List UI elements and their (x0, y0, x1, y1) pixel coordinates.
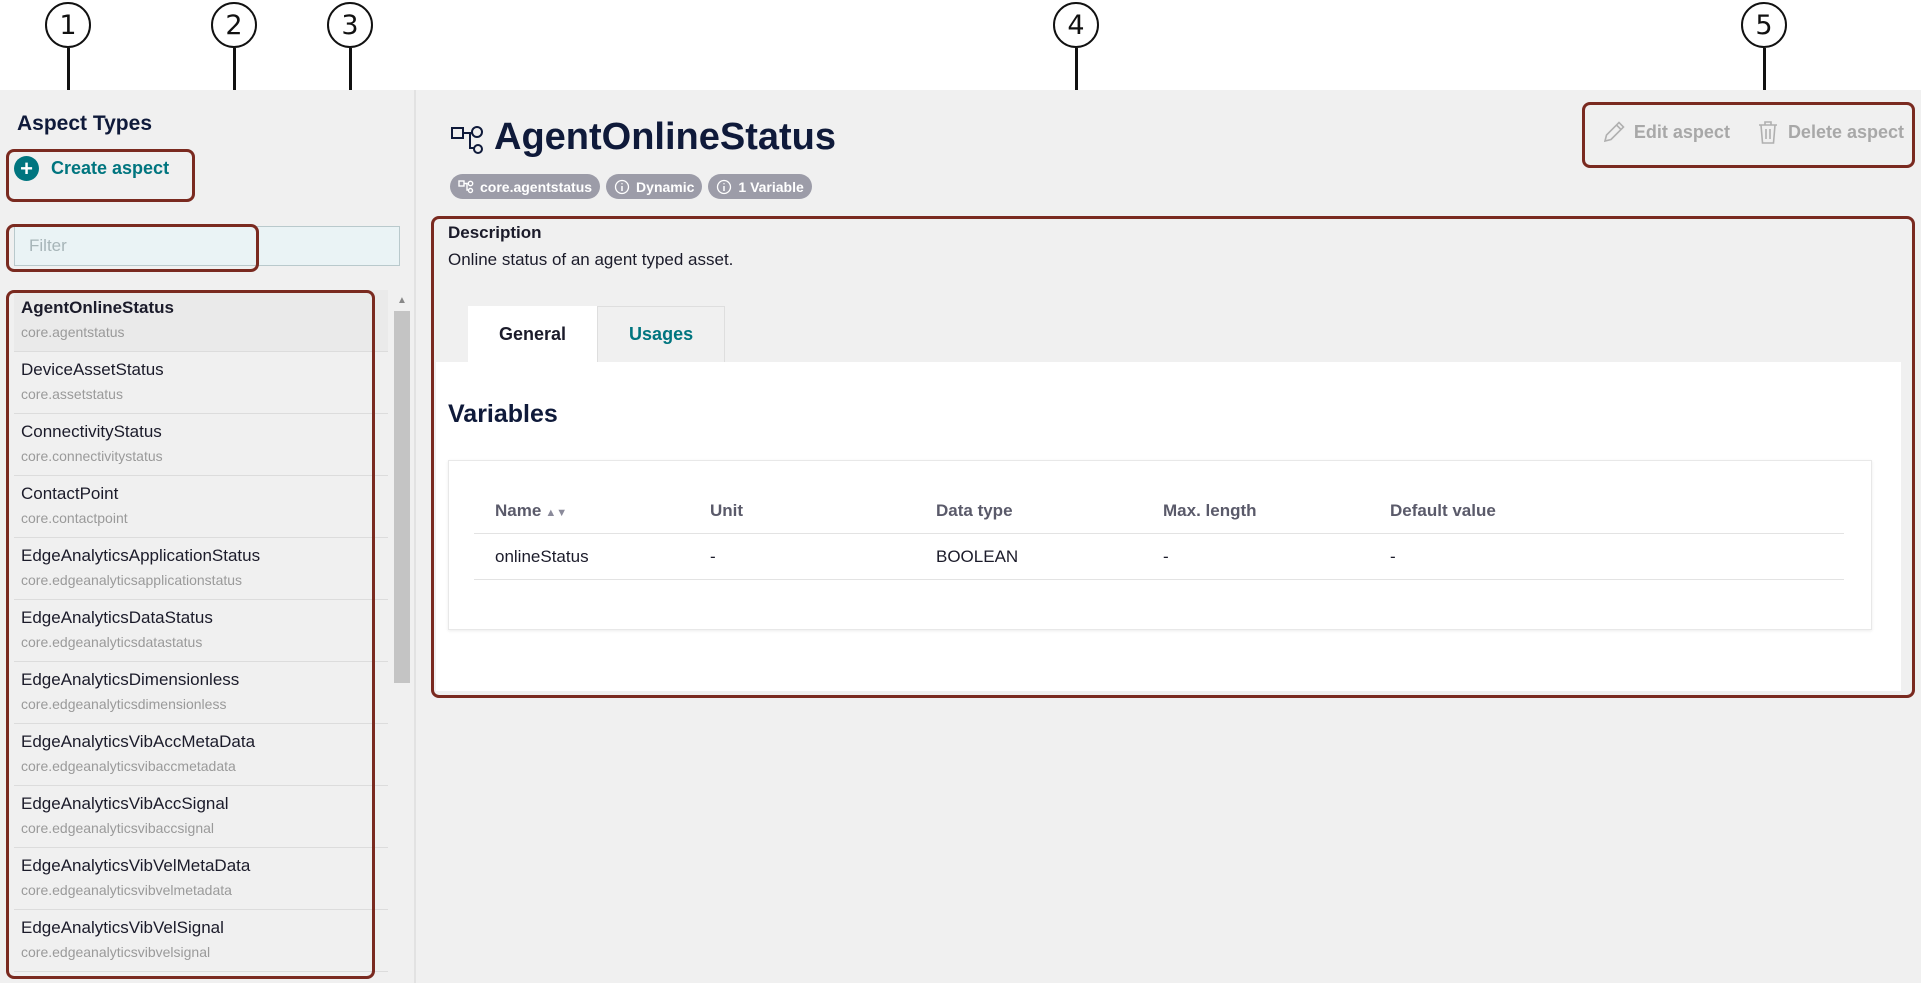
delete-aspect-button[interactable]: Delete aspect (1754, 118, 1904, 146)
list-item[interactable]: EdgeAnalyticsVibVelSignal core.edgeanalyt… (14, 910, 388, 972)
item-id: core.edgeanalyticsvibaccsignal (21, 820, 214, 836)
cell-name: onlineStatus (495, 547, 589, 566)
trash-icon (1758, 121, 1777, 144)
list-item[interactable]: DeviceAssetStatus core.assetstatus (14, 352, 388, 414)
badge-label: Dynamic (636, 178, 695, 195)
list-item[interactable]: EdgeAnalyticsVibAccSignal core.edgeanalyt… (14, 786, 388, 848)
item-name: EdgeAnalyticsApplicationStatus (21, 546, 261, 565)
item-id: core.agentstatus (21, 324, 125, 340)
delete-aspect-label: Delete aspect (1787, 121, 1904, 142)
page-title: AgentOnlineStatus (494, 116, 837, 158)
item-name: AgentOnlineStatus (21, 298, 175, 317)
variables-table: Name ▲▼ Unit Data type Max. length Defaul… (448, 460, 1872, 630)
list-item[interactable]: EdgeAnalyticsVibVelMetaData core.edgeanal… (14, 848, 388, 910)
item-id: core.edgeanalyticsvibvelmetadata (21, 882, 232, 898)
info-circle-icon (614, 179, 630, 194)
callout-5: 5 (1741, 2, 1787, 48)
column-label: Name (495, 501, 542, 520)
cell-default-value: - (1390, 547, 1396, 566)
aspect-actions: Edit aspect Delete aspect (1600, 118, 1904, 146)
create-aspect-label: Create aspect (51, 158, 170, 178)
scrollbar-thumb[interactable] (394, 311, 410, 683)
aspect-structure-icon (458, 179, 474, 193)
column-header-name[interactable]: Name ▲▼ (495, 501, 567, 521)
edit-aspect-label: Edit aspect (1633, 121, 1730, 142)
description-label: Description (448, 223, 542, 242)
item-name: EdgeAnalyticsVibAccMetaData (21, 732, 256, 751)
column-header-default-value: Default value (1390, 501, 1496, 520)
item-id: core.edgeanalyticsdatastatus (21, 634, 203, 650)
table-row: onlineStatus - BOOLEAN - - (474, 535, 1844, 580)
aspect-structure-icon (451, 126, 483, 154)
item-id: core.connectivitystatus (21, 448, 163, 464)
aspect-detail-panel: AgentOnlineStatus core.agentstatus Dynam… (416, 90, 1921, 983)
list-item[interactable]: AgentOnlineStatus core.agentstatus (14, 290, 388, 352)
pencil-icon (1603, 121, 1625, 143)
cell-max-length: - (1163, 547, 1169, 566)
item-name: ConnectivityStatus (21, 422, 162, 441)
list-item[interactable]: EdgeAnalyticsVibAccMetaData core.edgeanal… (14, 724, 388, 786)
aspect-types-sidebar: Aspect Types + Create aspect AgentOnline… (0, 90, 416, 983)
detail-tabs: General Usages (468, 306, 726, 362)
callout-1: 1 (45, 2, 91, 48)
column-header-max-length: Max. length (1163, 501, 1257, 520)
item-id: core.edgeanalyticsdimensionless (21, 696, 227, 712)
callout-2: 2 (211, 2, 257, 48)
sort-icon[interactable]: ▲▼ (545, 507, 567, 519)
badge-row: core.agentstatus Dynamic 1 Variable (450, 174, 812, 199)
item-id: core.edgeanalyticsapplicationstatus (21, 572, 243, 588)
callout-3: 3 (327, 2, 373, 48)
aspect-type-list: AgentOnlineStatus core.agentstatus Device… (14, 290, 388, 983)
item-name: DeviceAssetStatus (21, 360, 164, 379)
item-name: ContactPoint (21, 484, 119, 503)
badge-label: 1 Variable (738, 178, 804, 195)
item-id: core.contactpoint (21, 510, 128, 526)
description-text: Online status of an agent typed asset. (448, 250, 734, 269)
scroll-up-arrow-icon[interactable]: ▲ (393, 295, 411, 307)
create-aspect-button[interactable]: + Create aspect (14, 156, 169, 181)
plus-circle-icon: + (14, 156, 39, 181)
cell-data-type: BOOLEAN (936, 547, 1019, 566)
tab-usages[interactable]: Usages (597, 306, 726, 362)
variable-count-badge: 1 Variable (708, 174, 812, 199)
general-tab-content: Variables Name ▲▼ Unit Data type Max. len… (436, 362, 1901, 691)
list-item[interactable]: EdgeAnalyticsApplicationStatus core.edgea… (14, 538, 388, 600)
callout-4: 4 (1053, 2, 1099, 48)
variables-heading: Variables (448, 400, 558, 428)
tab-general[interactable]: General (468, 306, 598, 362)
info-circle-icon (717, 179, 732, 194)
list-scrollbar[interactable]: ▲ (393, 295, 411, 983)
category-badge: Dynamic (606, 174, 703, 199)
item-id: core.edgeanalyticsvibaccmetadata (21, 758, 236, 774)
item-name: EdgeAnalyticsDataStatus (21, 608, 213, 627)
badge-label: core.agentstatus (480, 178, 593, 195)
filter-input[interactable] (14, 226, 400, 266)
column-header-unit: Unit (710, 501, 744, 520)
list-item[interactable]: ContactPoint core.contactpoint (14, 476, 388, 538)
aspect-id-badge: core.agentstatus (450, 174, 601, 199)
column-header-data-type: Data type (936, 501, 1013, 520)
table-header: Name ▲▼ Unit Data type Max. length Defaul… (474, 489, 1844, 534)
list-item[interactable]: ConnectivityStatus core.connectivitystatu… (14, 414, 388, 476)
item-id: core.assetstatus (21, 386, 123, 402)
item-name: EdgeAnalyticsDimensionless (21, 670, 240, 689)
cell-unit: - (710, 547, 716, 566)
edit-aspect-button[interactable]: Edit aspect (1600, 118, 1730, 146)
item-name: EdgeAnalyticsVibVelSignal (21, 918, 224, 937)
item-name: EdgeAnalyticsVibAccSignal (21, 794, 229, 813)
sidebar-title: Aspect Types (17, 112, 152, 135)
item-name: EdgeAnalyticsVibVelMetaData (21, 856, 251, 875)
list-item[interactable]: EdgeAnalyticsDataStatus core.edgeanalytic… (14, 600, 388, 662)
item-id: core.edgeanalyticsvibvelsignal (21, 944, 211, 960)
list-item[interactable]: EdgeAnalyticsDimensionless core.edgeanaly… (14, 662, 388, 724)
application-window: Aspect Types + Create aspect AgentOnline… (0, 90, 1921, 983)
